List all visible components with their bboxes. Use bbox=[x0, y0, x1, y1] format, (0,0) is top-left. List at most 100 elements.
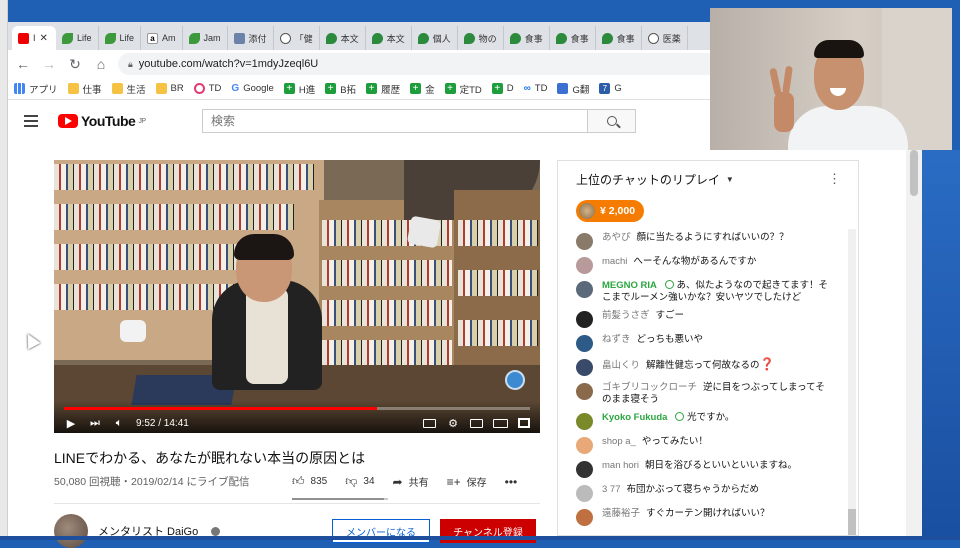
chat-avatar[interactable] bbox=[576, 509, 593, 526]
chat-avatar[interactable] bbox=[576, 233, 593, 250]
bookmark-item[interactable]: ∞ TD bbox=[523, 83, 547, 94]
chat-avatar[interactable] bbox=[576, 413, 593, 430]
chat-author[interactable]: ねずき bbox=[602, 334, 631, 345]
browser-tab[interactable]: Jam bbox=[183, 26, 228, 50]
bookmark-item[interactable]: + 履歴 bbox=[366, 82, 400, 96]
channel-avatar[interactable] bbox=[54, 514, 88, 548]
search-button[interactable] bbox=[587, 110, 635, 132]
browser-tab[interactable]: a Am bbox=[141, 26, 183, 50]
chat-scroll-thumb[interactable] bbox=[848, 509, 856, 535]
bookmark-item[interactable]: + H進 bbox=[283, 82, 315, 96]
chat-avatar[interactable] bbox=[576, 335, 593, 352]
tab-label: Jam bbox=[203, 33, 221, 43]
globe-icon bbox=[279, 32, 291, 44]
subtitles-icon[interactable] bbox=[423, 418, 436, 428]
chat-avatar[interactable] bbox=[576, 485, 593, 502]
theater-mode-icon[interactable] bbox=[493, 418, 508, 428]
browser-tab[interactable]: Life bbox=[56, 26, 99, 50]
miniplayer-icon[interactable] bbox=[470, 418, 483, 428]
bookmark-item[interactable]: 仕事 bbox=[67, 82, 102, 96]
chat-author[interactable]: 遠藤裕子 bbox=[602, 508, 640, 519]
browser-tab[interactable]: 個人 bbox=[412, 26, 458, 50]
bookmark-item[interactable]: アプリ bbox=[14, 82, 58, 96]
browser-tab[interactable]: 医薬 bbox=[642, 26, 688, 50]
bookmark-item[interactable]: G Google bbox=[231, 83, 274, 94]
bookmark-item[interactable]: + B拓 bbox=[325, 82, 356, 96]
save-button[interactable]: ≡+ 保存 bbox=[447, 474, 487, 490]
bookmark-item[interactable]: G翻 bbox=[557, 82, 589, 96]
chat-author[interactable]: あやぴ bbox=[602, 232, 631, 243]
chat-author[interactable]: shop a_ bbox=[602, 436, 636, 447]
chat-more-icon[interactable]: ⋮ bbox=[828, 171, 841, 187]
next-icon[interactable]: ⏭ bbox=[88, 417, 102, 430]
browser-tab[interactable]: 「健 bbox=[274, 26, 320, 50]
chat-avatar[interactable] bbox=[576, 383, 593, 400]
bookmark-label: 履歴 bbox=[381, 84, 401, 96]
bookmark-item[interactable]: 生活 bbox=[111, 82, 146, 96]
chat-author[interactable]: 3 77 bbox=[602, 484, 621, 495]
close-tab-icon[interactable]: ✕ bbox=[40, 33, 48, 44]
bookmark-item[interactable]: + 金 bbox=[410, 82, 435, 96]
progress-bar[interactable] bbox=[64, 407, 530, 410]
fullscreen-icon[interactable] bbox=[518, 418, 530, 428]
browser-tab[interactable]: 本文 bbox=[366, 26, 412, 50]
chat-author[interactable]: 前髪うさぎ bbox=[602, 310, 650, 321]
chat-avatar[interactable] bbox=[576, 281, 593, 298]
search-input[interactable] bbox=[203, 110, 587, 132]
bookmark-label: TD bbox=[208, 83, 222, 94]
bookmark-item[interactable]: TD bbox=[193, 83, 222, 94]
page-scroll-thumb[interactable] bbox=[910, 150, 918, 196]
chat-avatar[interactable] bbox=[576, 359, 593, 376]
browser-tab[interactable]: 本文 bbox=[320, 26, 366, 50]
chat-scrollbar[interactable] bbox=[848, 229, 856, 535]
chat-author[interactable]: ゴキブリコックローチ bbox=[602, 382, 697, 393]
chat-author[interactable]: 畠山くり bbox=[602, 360, 640, 371]
play-icon[interactable]: ▶ bbox=[64, 417, 78, 430]
youtube-logo[interactable]: YouTube JP bbox=[58, 113, 146, 129]
chat-author[interactable]: MEGNO RIA bbox=[602, 280, 657, 291]
like-button[interactable]: 👍︎ 835 bbox=[292, 474, 327, 489]
dropdown-caret-icon[interactable]: ▼ bbox=[726, 175, 734, 184]
browser-tab[interactable]: 食事 bbox=[550, 26, 596, 50]
browser-tab[interactable]: Life bbox=[99, 26, 142, 50]
chat-author[interactable]: Kyoko Fukuda bbox=[602, 412, 667, 423]
volume-icon[interactable]: 🔈︎ bbox=[112, 417, 126, 430]
chat-avatar[interactable] bbox=[576, 437, 593, 454]
browser-tab[interactable]: 物の bbox=[458, 26, 504, 50]
browser-tab[interactable]: I ✕ bbox=[12, 26, 56, 50]
home-icon[interactable]: ⌂ bbox=[92, 56, 110, 72]
globe-icon bbox=[647, 32, 659, 44]
dislike-button[interactable]: 👎︎ 34 bbox=[345, 474, 374, 489]
back-icon[interactable]: ← bbox=[14, 56, 32, 72]
bookmark-item[interactable]: + D bbox=[491, 83, 514, 94]
chat-author[interactable]: man hori bbox=[602, 460, 639, 471]
pin-icon bbox=[371, 32, 383, 44]
hamburger-menu-icon[interactable] bbox=[24, 115, 38, 127]
page-scrollbar[interactable] bbox=[906, 148, 922, 536]
chat-author[interactable]: machi bbox=[602, 256, 627, 267]
bookmark-label: アプリ bbox=[29, 84, 58, 96]
browser-tab[interactable]: 添付 bbox=[228, 26, 274, 50]
bookmark-item[interactable]: + 定TD bbox=[444, 82, 482, 96]
bookmark-label: 定TD bbox=[459, 84, 482, 96]
chat-avatar[interactable] bbox=[576, 257, 593, 274]
bookmark-item[interactable]: BR bbox=[155, 83, 184, 94]
more-actions-button[interactable]: ••• bbox=[505, 475, 518, 489]
bookmark-item[interactable]: 7G bbox=[599, 83, 622, 94]
browser-tab[interactable]: 食事 bbox=[596, 26, 642, 50]
chat-message: Kyoko Fukuda 光ですか。 bbox=[558, 409, 848, 433]
folder-icon bbox=[111, 83, 123, 94]
chat-mode-label[interactable]: 上位のチャットのリプレイ bbox=[576, 171, 720, 188]
chat-message: 畠山くり 解離性健忘って何故なるの❓ bbox=[558, 355, 848, 379]
chat-avatar[interactable] bbox=[576, 461, 593, 478]
forward-icon[interactable]: → bbox=[40, 56, 58, 72]
chat-avatar[interactable] bbox=[576, 311, 593, 328]
bookmark-label: G翻 bbox=[572, 84, 590, 96]
video-player[interactable]: ▶ ⏭ 🔈︎ 9:52 / 14:41 ⚙ bbox=[54, 160, 540, 433]
browser-tab[interactable]: 食事 bbox=[504, 26, 550, 50]
tab-label: Life bbox=[77, 33, 92, 43]
superchat-chip[interactable]: ¥ 2,000 bbox=[576, 200, 645, 222]
reload-icon[interactable]: ↻ bbox=[66, 56, 84, 73]
settings-gear-icon[interactable]: ⚙ bbox=[446, 417, 460, 430]
share-button[interactable]: ➦ 共有 bbox=[393, 474, 429, 490]
